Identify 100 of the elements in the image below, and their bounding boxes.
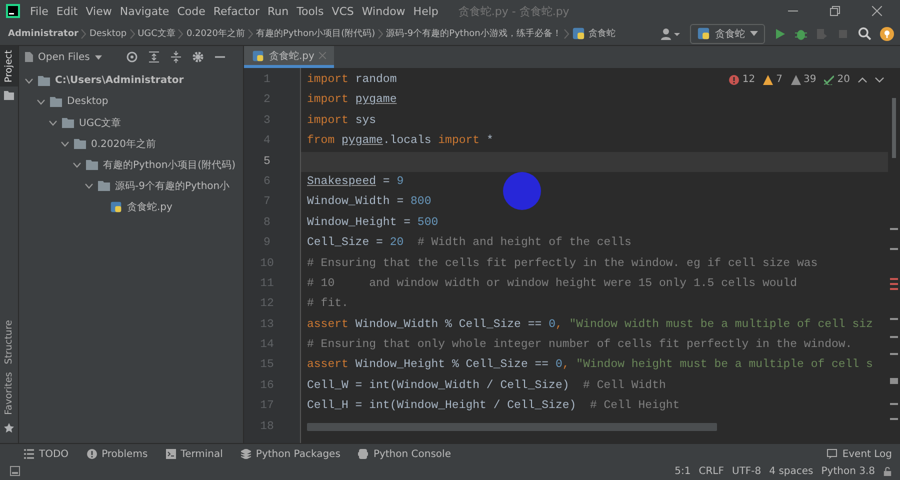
chevron-icon[interactable] (37, 98, 45, 106)
python-file-icon (110, 200, 122, 212)
next-icon[interactable] (875, 76, 884, 82)
code-line: import random (307, 73, 397, 86)
code-line: # Ensuring that only whole integer number of cells fit perfectly in the window. (307, 338, 852, 352)
chevron-icon (378, 28, 384, 38)
status-item[interactable]: Python 3.8 (821, 466, 875, 476)
chevron-icon[interactable] (49, 118, 57, 126)
code-line: Window_Height = 500 (307, 216, 438, 229)
chevron-icon[interactable] (73, 160, 81, 168)
folder-icon (98, 180, 110, 190)
user-icon[interactable] (661, 28, 681, 40)
breadcrumb[interactable]: Desktop (89, 28, 127, 38)
breadcrumb[interactable]: 有趣的Python小项目(附代码) (256, 27, 376, 40)
close-icon[interactable] (872, 6, 882, 16)
menu-item[interactable]: File (30, 4, 48, 18)
tree-item[interactable]: 贪食蛇.py (127, 200, 172, 214)
panel-toggle-icon[interactable] (10, 466, 20, 476)
folder-icon (62, 118, 74, 128)
python-icon (697, 27, 710, 40)
tree-item[interactable]: C:\Users\Administrator (55, 75, 184, 86)
menu-item[interactable]: Tools (296, 4, 324, 18)
tool-window-tab[interactable]: Python Packages (240, 448, 340, 460)
code-line: from pygame.locals import * (307, 134, 494, 148)
app-logo-icon (6, 4, 20, 18)
editor-tab[interactable]: 贪食蛇.py (244, 46, 334, 68)
menu-item[interactable]: VCS (332, 4, 354, 18)
chevron-icon[interactable] (61, 140, 69, 148)
chevron-icon[interactable] (25, 76, 33, 84)
restore-icon[interactable] (830, 6, 840, 16)
run-configuration-dropdown[interactable]: 贪食蛇 (690, 24, 765, 44)
update-icon[interactable] (880, 26, 894, 40)
lock-icon[interactable] (883, 466, 892, 476)
folder-icon (86, 160, 98, 170)
chevron-icon (81, 28, 86, 38)
menu-item[interactable]: Navigate (120, 4, 170, 18)
tree-item[interactable]: 0.2020年之前 (91, 136, 156, 150)
bug-icon[interactable] (795, 28, 807, 40)
code-line: Snakespeed = 9 (307, 174, 404, 188)
cursor-highlight (503, 172, 541, 210)
list-icon (24, 449, 34, 459)
tree-item[interactable]: UGC文章 (79, 116, 122, 130)
tool-window-tab[interactable]: Problems (86, 448, 148, 460)
status-item[interactable]: UTF-8 (732, 466, 762, 476)
python-file-icon (252, 50, 264, 62)
terminal-icon (166, 449, 176, 459)
side-tab[interactable]: Structure (0, 316, 18, 368)
status-item[interactable]: CRLF (698, 466, 724, 476)
breadcrumb[interactable]: UGC文章 (138, 27, 176, 40)
settings-icon[interactable] (192, 51, 204, 63)
chevron-icon (130, 28, 135, 38)
horizontal-scrollbar[interactable] (307, 423, 717, 431)
target-icon[interactable] (126, 51, 138, 63)
view-dropdown[interactable]: Open Files (25, 52, 102, 62)
weak-warning-icon (790, 74, 801, 84)
tool-window-tab[interactable]: Python Console (358, 448, 451, 460)
chevron-icon (178, 28, 184, 38)
collapse-all-icon[interactable] (170, 51, 182, 63)
side-tab[interactable]: Favorites (0, 368, 18, 419)
star-icon (4, 423, 14, 433)
run-icon[interactable] (774, 28, 786, 40)
menu-item[interactable]: Window (362, 4, 406, 18)
status-item[interactable]: 4 spaces (769, 466, 814, 476)
code-line: assert Window_Height % Cell_Size == 0, "Window height must be a multiple of cell s (307, 358, 873, 372)
tool-window-tab[interactable]: Event Log (827, 448, 892, 460)
message-icon (827, 449, 838, 459)
code-line: import pygame (307, 93, 397, 106)
tool-window-tab[interactable]: TODO (24, 448, 69, 460)
code-line: # Ensuring that the cells fit perfectly in the window. eg if cell size was (307, 256, 818, 270)
inspection-counter[interactable]: 20 (824, 74, 850, 85)
window-title: 贪食蛇.py - 贪食蛇.py (458, 4, 570, 18)
inspection-counter[interactable]: 7 (763, 74, 783, 85)
breadcrumb[interactable]: 0.2020年之前 (186, 27, 245, 40)
tree-item[interactable]: Desktop (67, 96, 108, 107)
warning-icon (763, 74, 774, 84)
menu-item[interactable]: Refactor (213, 4, 260, 18)
chevron-icon (248, 28, 253, 38)
inspection-counter[interactable]: 12 (729, 74, 756, 85)
breadcrumb[interactable]: 源码-9个有趣的Python小游戏，练手必备！ (386, 27, 562, 40)
tool-window-tab[interactable]: Terminal (166, 448, 223, 460)
tree-item[interactable]: 源码-9个有趣的Python小 (115, 178, 230, 192)
typo-check-icon (824, 74, 834, 84)
search-icon[interactable] (858, 27, 871, 40)
python-file-icon (572, 27, 586, 40)
code-line: Cell_W = int(Window_Width / Cell_Size) # Cell Width (307, 378, 666, 392)
tree-item[interactable]: 有趣的Python小项目(附代码) (103, 158, 236, 172)
inspection-counter[interactable]: 39 (790, 74, 816, 85)
previous-icon[interactable] (858, 76, 867, 82)
side-tab[interactable]: Project (0, 46, 18, 87)
menu-item[interactable]: View (86, 4, 112, 18)
menu-item[interactable]: Help (413, 4, 438, 18)
menu-item[interactable]: Edit (56, 4, 78, 18)
menu-item[interactable]: Code (177, 4, 206, 18)
code-line: # fit. (307, 297, 348, 310)
breadcrumb[interactable]: Administrator (8, 28, 78, 38)
chevron-icon[interactable] (85, 182, 93, 190)
status-item[interactable]: 5:1 (674, 466, 691, 476)
menu-item[interactable]: Run (268, 4, 289, 18)
breadcrumb[interactable]: 贪食蛇 (588, 27, 616, 40)
expand-all-icon[interactable] (148, 51, 160, 63)
